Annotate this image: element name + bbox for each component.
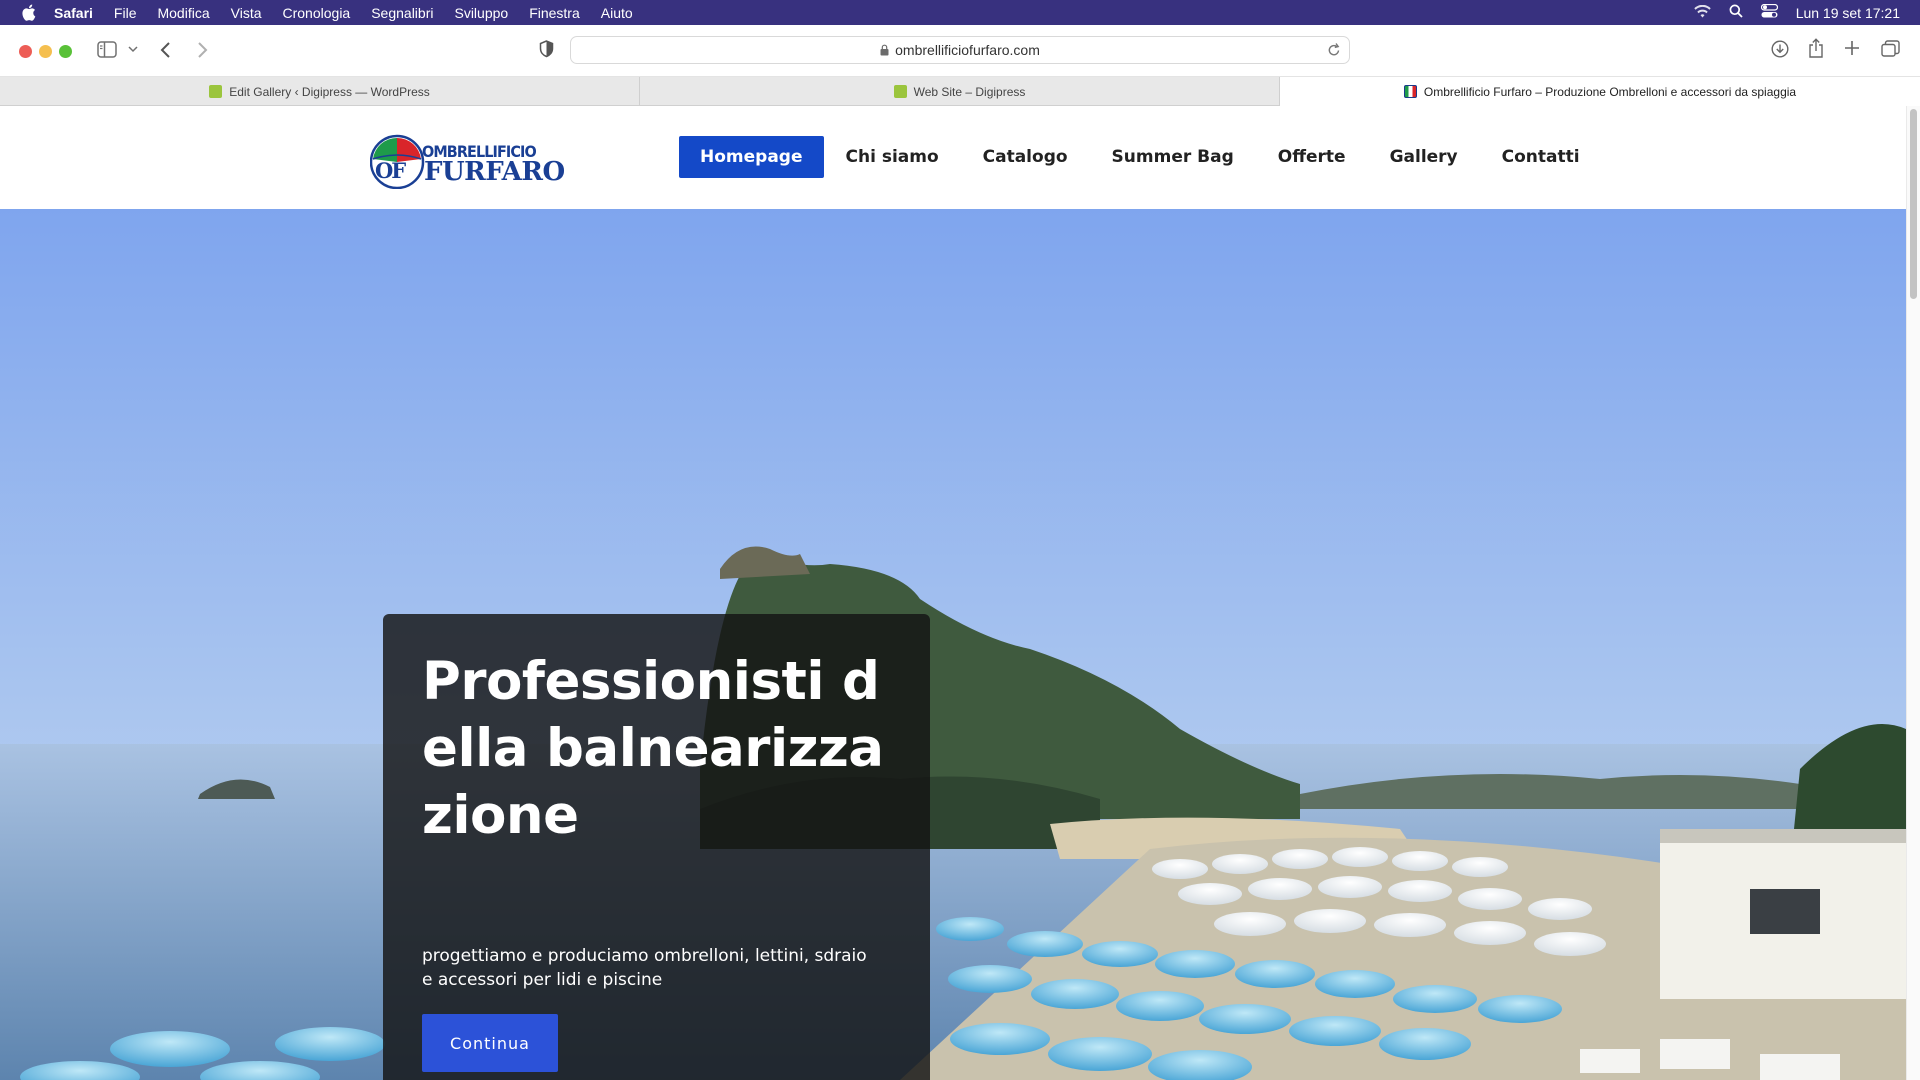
- tab-bar: Edit Gallery ‹ Digipress — WordPress Web…: [0, 77, 1920, 106]
- nav-catalogo[interactable]: Catalogo: [961, 136, 1090, 178]
- menu-app-safari[interactable]: Safari: [54, 5, 93, 21]
- tab-title: Edit Gallery ‹ Digipress — WordPress: [229, 84, 430, 99]
- menu-segnalibri[interactable]: Segnalibri: [371, 5, 433, 21]
- menu-cronologia[interactable]: Cronologia: [283, 5, 351, 21]
- scrollbar-thumb[interactable]: [1910, 109, 1917, 299]
- tab-title: Web Site – Digipress: [913, 84, 1026, 99]
- privacy-shield-icon[interactable]: [539, 40, 554, 58]
- page-scrollbar[interactable]: [1906, 106, 1920, 1080]
- sidebar-toggle-icon[interactable]: [97, 41, 117, 58]
- tab-web-site[interactable]: Web Site – Digipress: [640, 77, 1280, 106]
- browser-toolbar: ombrellificiofurfaro.com: [0, 25, 1920, 77]
- url-text: ombrellificiofurfaro.com: [895, 42, 1040, 58]
- wordpress-favicon-icon: [209, 85, 223, 98]
- logo-line2: FURFARO: [424, 157, 565, 187]
- hero-subtitle: progettiamo e produciamo ombrelloni, let…: [422, 946, 867, 990]
- tab-title: Ombrellificio Furfaro – Produzione Ombre…: [1423, 84, 1797, 99]
- hero-card: Professionisti della balnearizzazione pr…: [383, 614, 930, 1080]
- continua-button[interactable]: Continua: [422, 1014, 558, 1072]
- nav-summer-bag[interactable]: Summer Bag: [1090, 136, 1256, 178]
- hero-beach-photo: [0, 209, 1906, 1080]
- menu-aiuto[interactable]: Aiuto: [601, 5, 633, 21]
- menu-sviluppo[interactable]: Sviluppo: [454, 5, 508, 21]
- nav-offerte[interactable]: Offerte: [1256, 136, 1368, 178]
- zoom-window-button[interactable]: [59, 45, 72, 58]
- tab-overview-icon[interactable]: [1881, 40, 1900, 57]
- lock-icon: [880, 44, 889, 56]
- digipress-favicon-icon: [893, 85, 907, 98]
- nav-chi-siamo[interactable]: Chi siamo: [824, 136, 961, 178]
- forward-icon[interactable]: [196, 41, 208, 59]
- nav-gallery[interactable]: Gallery: [1368, 136, 1480, 178]
- back-icon[interactable]: [160, 41, 172, 59]
- menubar-clock[interactable]: Lun 19 set 17:21: [1796, 5, 1900, 21]
- spotlight-search-icon[interactable]: [1729, 4, 1743, 21]
- new-tab-icon[interactable]: [1844, 40, 1860, 56]
- menu-vista[interactable]: Vista: [231, 5, 262, 21]
- menu-file[interactable]: File: [114, 5, 137, 21]
- nav-contatti[interactable]: Contatti: [1480, 136, 1602, 178]
- menu-modifica[interactable]: Modifica: [157, 5, 209, 21]
- downloads-icon[interactable]: [1771, 40, 1789, 58]
- tab-ombrellificio-furfaro[interactable]: Ombrellificio Furfaro – Produzione Ombre…: [1280, 77, 1920, 106]
- hero-title: Professionisti della balnearizzazione: [422, 651, 884, 846]
- control-center-icon[interactable]: [1760, 3, 1778, 21]
- hero-section: Professionisti della balnearizzazione pr…: [0, 209, 1906, 1080]
- site-header: OF OMBRELLIFICIO FURFARO Homepage Chi si…: [0, 106, 1906, 209]
- ombrellificio-favicon-icon: [1403, 85, 1417, 98]
- nav-homepage[interactable]: Homepage: [679, 136, 824, 178]
- apple-menu-icon[interactable]: [18, 3, 38, 23]
- tab-edit-gallery[interactable]: Edit Gallery ‹ Digipress — WordPress: [0, 77, 640, 106]
- address-bar[interactable]: ombrellificiofurfaro.com: [570, 36, 1350, 64]
- minimize-window-button[interactable]: [39, 45, 52, 58]
- chevron-down-icon[interactable]: [128, 45, 138, 53]
- reload-icon[interactable]: [1327, 42, 1341, 57]
- logo-monogram: OF: [375, 158, 406, 183]
- site-logo[interactable]: OF OMBRELLIFICIO FURFARO: [369, 133, 566, 190]
- macos-menubar: Safari File Modifica Vista Cronologia Se…: [0, 0, 1920, 25]
- wifi-icon[interactable]: [1693, 4, 1711, 21]
- close-window-button[interactable]: [19, 45, 32, 58]
- share-icon[interactable]: [1808, 38, 1824, 58]
- menu-finestra[interactable]: Finestra: [529, 5, 580, 21]
- main-nav: Homepage Chi siamo Catalogo Summer Bag O…: [679, 136, 1602, 178]
